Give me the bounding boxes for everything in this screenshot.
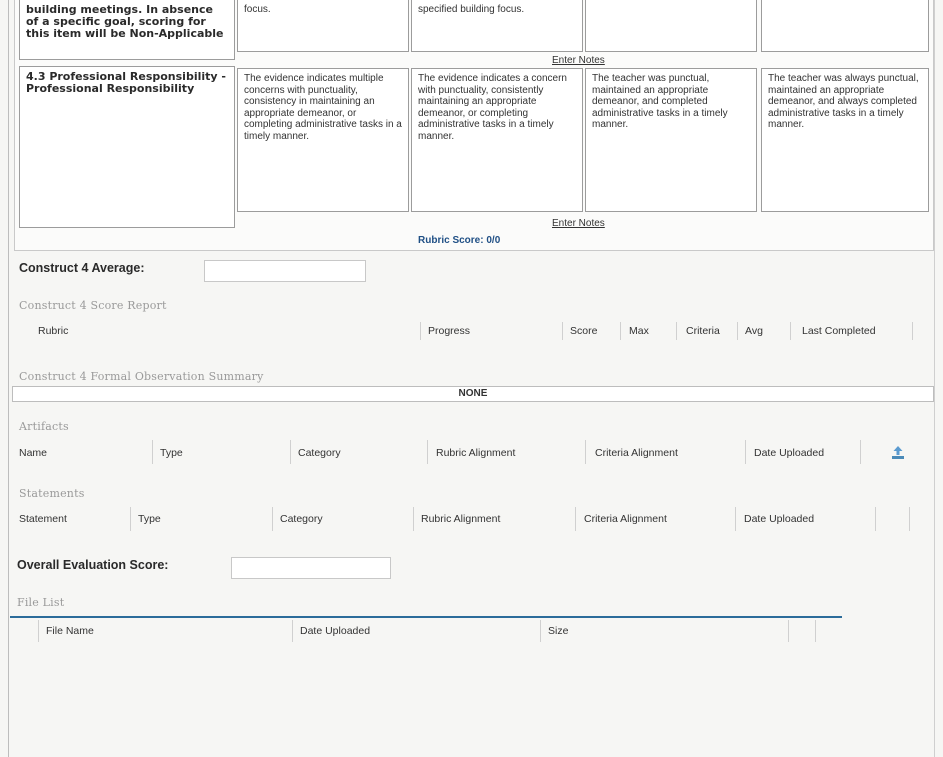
construct-average-label: Construct 4 Average:	[19, 261, 145, 275]
column-header: Name	[19, 447, 48, 459]
level-cell-3: The teacher was punctual, maintained an …	[585, 68, 757, 212]
upload-icon[interactable]	[890, 444, 906, 460]
column-header: Type	[160, 447, 183, 459]
column-header: Rubric	[38, 325, 69, 337]
column-divider	[909, 507, 910, 531]
level-cell-3	[585, 0, 757, 52]
enter-notes-link[interactable]: Enter Notes	[552, 55, 605, 66]
criteria-text: building meetings. In absence of a speci…	[26, 3, 224, 40]
artifacts-title: Artifacts	[19, 420, 69, 433]
column-header: Category	[298, 447, 341, 459]
page-frame-right	[934, 0, 935, 757]
column-header: Criteria Alignment	[584, 513, 667, 525]
column-header: Size	[548, 625, 569, 637]
column-header: Rubric Alignment	[421, 513, 501, 525]
column-header: Last Completed	[802, 325, 876, 337]
statements-title: Statements	[19, 487, 85, 500]
column-divider	[38, 620, 39, 642]
criteria-cell: 4.3 Professional Responsibility - Profes…	[19, 66, 235, 228]
column-divider	[427, 440, 428, 464]
level-cell-1: focus.	[237, 0, 409, 52]
column-header: Rubric Alignment	[436, 447, 516, 459]
column-divider	[737, 322, 738, 340]
column-header: Date Uploaded	[754, 447, 825, 459]
overall-score-label: Overall Evaluation Score:	[17, 558, 169, 572]
enter-notes-link[interactable]: Enter Notes	[552, 218, 605, 229]
column-header: Criteria	[686, 325, 720, 337]
level-cell-2: specified building focus.	[411, 0, 583, 52]
score-report-title: Construct 4 Score Report	[19, 299, 167, 312]
column-divider	[676, 322, 677, 340]
column-divider	[788, 620, 789, 642]
column-divider	[420, 322, 421, 340]
column-divider	[620, 322, 621, 340]
column-divider	[152, 440, 153, 464]
column-header: Avg	[745, 325, 763, 337]
level-cell-2: The evidence indicates a concern with pu…	[411, 68, 583, 212]
column-header: Category	[280, 513, 323, 525]
column-header: File Name	[46, 625, 94, 637]
criteria-text: 4.3 Professional Responsibility - Profes…	[26, 70, 226, 95]
construct-average-field[interactable]	[204, 260, 366, 282]
column-divider	[875, 507, 876, 531]
column-header: Date Uploaded	[300, 625, 371, 637]
rubric-table: building meetings. In absence of a speci…	[14, 0, 934, 251]
level-text: specified building focus.	[418, 4, 525, 15]
column-divider	[815, 620, 816, 642]
level-text: focus.	[244, 4, 271, 15]
column-header: Type	[138, 513, 161, 525]
column-divider	[745, 440, 746, 464]
overall-score-field[interactable]	[231, 557, 391, 579]
column-header: Date Uploaded	[744, 513, 815, 525]
level-cell-1: The evidence indicates multiple concerns…	[237, 68, 409, 212]
column-divider	[292, 620, 293, 642]
level-cell-4	[761, 0, 929, 52]
file-list-divider	[10, 616, 842, 618]
column-divider	[272, 507, 273, 531]
formal-observation-none: NONE	[12, 386, 934, 402]
level-text: The teacher was punctual, maintained an …	[592, 73, 728, 130]
level-text: The teacher was always punctual, maintai…	[768, 73, 919, 130]
level-text: The evidence indicates multiple concerns…	[244, 73, 402, 142]
column-divider	[585, 440, 586, 464]
page-frame-left	[8, 0, 9, 757]
column-divider	[540, 620, 541, 642]
column-divider	[413, 507, 414, 531]
level-text: The evidence indicates a concern with pu…	[418, 73, 567, 142]
column-header: Criteria Alignment	[595, 447, 678, 459]
column-header: Score	[570, 325, 598, 337]
column-divider	[290, 440, 291, 464]
column-divider	[912, 322, 913, 340]
level-cell-4: The teacher was always punctual, maintai…	[761, 68, 929, 212]
column-divider	[562, 322, 563, 340]
criteria-cell: building meetings. In absence of a speci…	[19, 0, 235, 60]
formal-observation-title: Construct 4 Formal Observation Summary	[19, 370, 264, 383]
rubric-score: Rubric Score: 0/0	[418, 235, 501, 246]
column-divider	[790, 322, 791, 340]
column-divider	[130, 507, 131, 531]
column-header: Statement	[19, 513, 67, 525]
column-header: Max	[629, 325, 649, 337]
file-list-title: File List	[17, 596, 65, 609]
column-divider	[575, 507, 576, 531]
column-header: Progress	[428, 325, 471, 337]
column-divider	[860, 440, 861, 464]
column-divider	[735, 507, 736, 531]
